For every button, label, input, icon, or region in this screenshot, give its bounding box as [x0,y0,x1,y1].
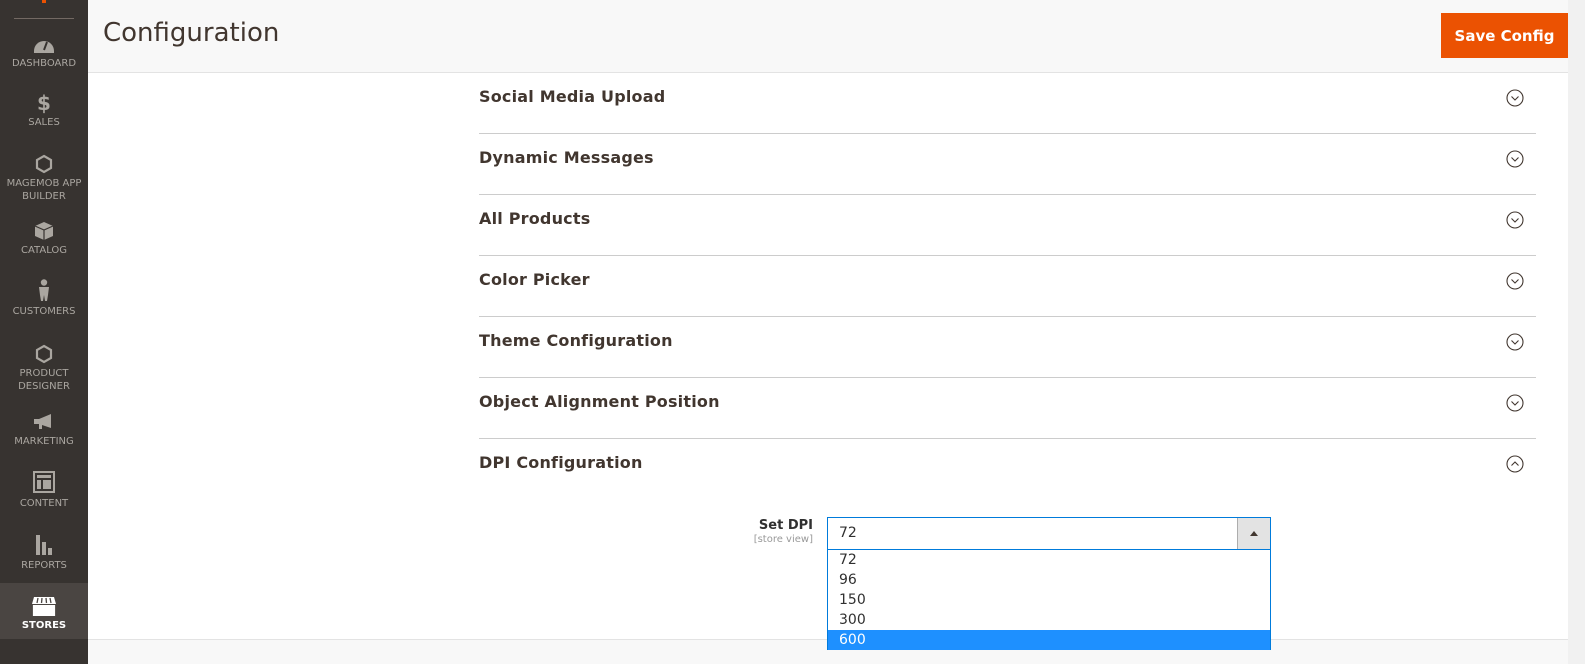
sidebar-item-content[interactable]: CONTENT [0,471,88,510]
save-config-button[interactable]: Save Config [1441,13,1568,58]
chevron-down-icon[interactable] [1506,394,1524,412]
admin-sidebar: DASHBOARD $ SALES MAGEMOB APP BUILDER CA… [0,0,88,664]
section-all-products[interactable]: All Products [479,195,1536,256]
sidebar-divider [14,18,74,19]
chevron-down-icon[interactable] [1506,272,1524,290]
caret-up-icon [1250,531,1258,536]
set-dpi-label: Set DPI [store view] [700,518,813,545]
page-scrollbar[interactable] [1568,0,1585,664]
dpi-options-list: 72 96 150 300 600 [827,550,1271,650]
dpi-option-highlighted[interactable]: 600 [828,630,1270,650]
person-icon [0,279,88,302]
store-icon [0,596,88,617]
hexagon-icon [0,344,88,364]
chevron-up-icon[interactable] [1506,455,1524,473]
dpi-option[interactable]: 96 [828,570,1270,590]
chevron-down-icon[interactable] [1506,211,1524,229]
scope-label: [store view] [753,534,813,545]
set-dpi-select[interactable]: 72 [827,517,1271,550]
logo-icon[interactable] [42,0,46,3]
sidebar-item-marketing[interactable]: MARKETING [0,412,88,448]
dpi-option[interactable]: 72 [828,550,1270,570]
dpi-option[interactable]: 300 [828,610,1270,630]
sidebar-item-sales[interactable]: $ SALES [0,93,88,129]
sidebar-item-customers[interactable]: CUSTOMERS [0,279,88,318]
sidebar-item-reports[interactable]: REPORTS [0,533,88,572]
sidebar-item-stores[interactable]: STORES [0,583,88,639]
section-dynamic-messages[interactable]: Dynamic Messages [479,134,1536,195]
bar-chart-icon [0,533,88,556]
sidebar-item-product-designer[interactable]: PRODUCT DESIGNER [0,344,88,393]
section-dpi-configuration[interactable]: DPI Configuration [479,439,1536,500]
hexagon-icon [0,154,88,174]
page-header: Configuration Save Config [88,0,1568,73]
chevron-down-icon[interactable] [1506,150,1524,168]
chevron-down-icon[interactable] [1506,89,1524,107]
section-object-alignment-position[interactable]: Object Alignment Position [479,378,1536,439]
dashboard-icon [0,34,88,54]
sidebar-item-catalog[interactable]: CATALOG [0,221,88,257]
chevron-down-icon[interactable] [1506,333,1524,351]
page-title: Configuration [103,18,280,48]
config-sections: Social Media Upload Dynamic Messages All… [479,73,1536,500]
layout-icon [0,471,88,494]
sidebar-item-dashboard[interactable]: DASHBOARD [0,34,88,74]
dropdown-toggle[interactable] [1237,518,1270,549]
sidebar-item-magemob-app-builder[interactable]: MAGEMOB APP BUILDER [0,154,88,203]
section-theme-configuration[interactable]: Theme Configuration [479,317,1536,378]
dpi-option[interactable]: 150 [828,590,1270,610]
section-color-picker[interactable]: Color Picker [479,256,1536,317]
section-social-media-upload[interactable]: Social Media Upload [479,73,1536,134]
megaphone-icon [0,412,88,432]
dollar-icon: $ [37,91,51,115]
selected-value: 72 [839,525,857,541]
field-label: Set DPI [758,518,813,533]
box-icon [0,221,88,241]
